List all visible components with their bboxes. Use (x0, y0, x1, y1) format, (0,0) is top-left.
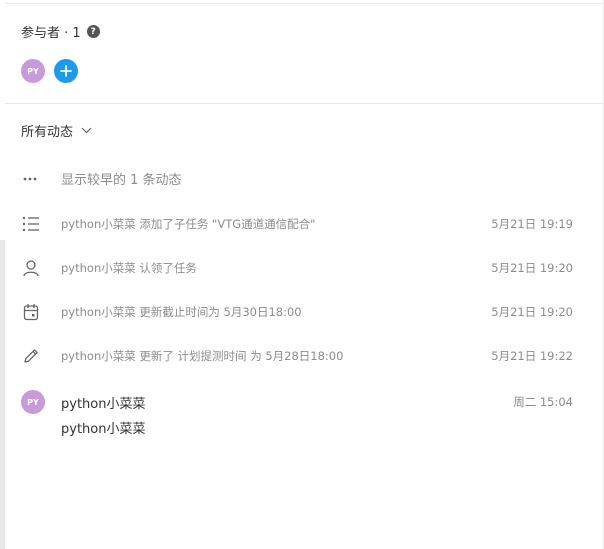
activity-item: python小菜菜 更新截止时间为 5月30日18:00 5月21日 19:20 (21, 302, 573, 322)
plus-icon (60, 65, 72, 77)
activity-text: python小菜菜 更新截止时间为 5月30日18:00 (61, 305, 302, 319)
avatar[interactable]: PY (21, 390, 45, 414)
activity-item: python小菜菜 认领了任务 5月21日 19:20 (21, 258, 573, 278)
participants-section: 参与者 · 1 ? PY (21, 22, 100, 83)
avatar[interactable]: PY (21, 59, 45, 83)
show-earlier-activity[interactable]: 显示较早的 1 条动态 (21, 169, 182, 188)
more-dots-icon (21, 177, 39, 181)
activity-time: 5月21日 19:19 (491, 217, 573, 231)
participants-avatars: PY (21, 59, 100, 83)
activity-text: python小菜菜 更新了 计划提测时间 为 5月28日18:00 (61, 349, 344, 363)
calendar-icon (21, 302, 41, 322)
comment-author: python小菜菜 (61, 396, 146, 412)
activity-filter-label: 所有动态 (21, 125, 74, 140)
activity-item: python小菜菜 添加了子任务 "VTG通道通信配合" 5月21日 19:19 (21, 214, 573, 234)
comment-content: python小菜菜 (61, 422, 146, 437)
participants-title: 参与者 · 1 (21, 26, 81, 41)
top-divider (5, 3, 604, 4)
help-icon[interactable]: ? (86, 25, 100, 38)
chevron-down-icon (81, 127, 92, 134)
activity-time: 5月21日 19:20 (491, 305, 573, 319)
participants-header: 参与者 · 1 ? (21, 22, 100, 41)
add-participant-button[interactable] (54, 59, 78, 83)
activity-text: python小菜菜 认领了任务 (61, 261, 197, 275)
activity-time: 5月21日 19:22 (491, 349, 573, 363)
comment-item: PY python小菜菜 周二 15:04 python小菜菜 (21, 390, 573, 437)
list-icon (21, 214, 41, 234)
show-earlier-label: 显示较早的 1 条动态 (61, 173, 182, 188)
activity-text: python小菜菜 添加了子任务 "VTG通道通信配合" (61, 217, 316, 231)
activity-filter-dropdown[interactable]: 所有动态 (21, 121, 92, 140)
section-divider (5, 103, 604, 104)
activity-item: python小菜菜 更新了 计划提测时间 为 5月28日18:00 5月21日 … (21, 346, 573, 366)
activity-time: 5月21日 19:20 (491, 261, 573, 275)
user-icon (21, 258, 41, 278)
pencil-icon (21, 346, 41, 366)
comment-time: 周二 15:04 (513, 395, 573, 409)
